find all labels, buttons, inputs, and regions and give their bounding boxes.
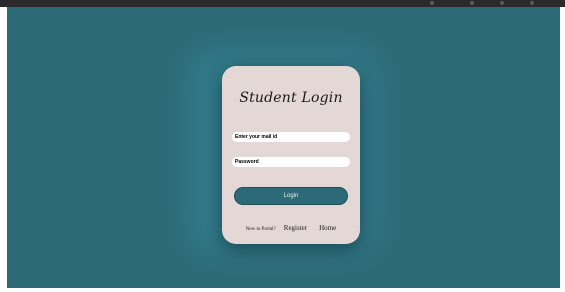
- page-viewport: Student Login Login New to Portal? Regis…: [7, 7, 560, 288]
- browser-frame: Student Login Login New to Portal? Regis…: [0, 0, 565, 292]
- login-button[interactable]: Login: [234, 187, 348, 205]
- page-title: Student Login: [239, 90, 343, 106]
- footer-links: New to Portal? Register Home: [222, 217, 360, 235]
- password-input[interactable]: [232, 157, 350, 167]
- toolbar-icon[interactable]: [500, 1, 504, 5]
- toolbar-icon[interactable]: [470, 1, 474, 5]
- home-link[interactable]: Home: [319, 224, 336, 232]
- email-input[interactable]: [232, 132, 350, 142]
- register-link[interactable]: Register: [284, 224, 307, 232]
- toolbar-icon[interactable]: [530, 1, 534, 5]
- toolbar-icon[interactable]: [430, 1, 434, 5]
- new-to-portal-text: New to Portal?: [245, 227, 276, 232]
- login-card: Student Login Login New to Portal? Regis…: [222, 66, 360, 244]
- browser-toolbar: [0, 0, 565, 7]
